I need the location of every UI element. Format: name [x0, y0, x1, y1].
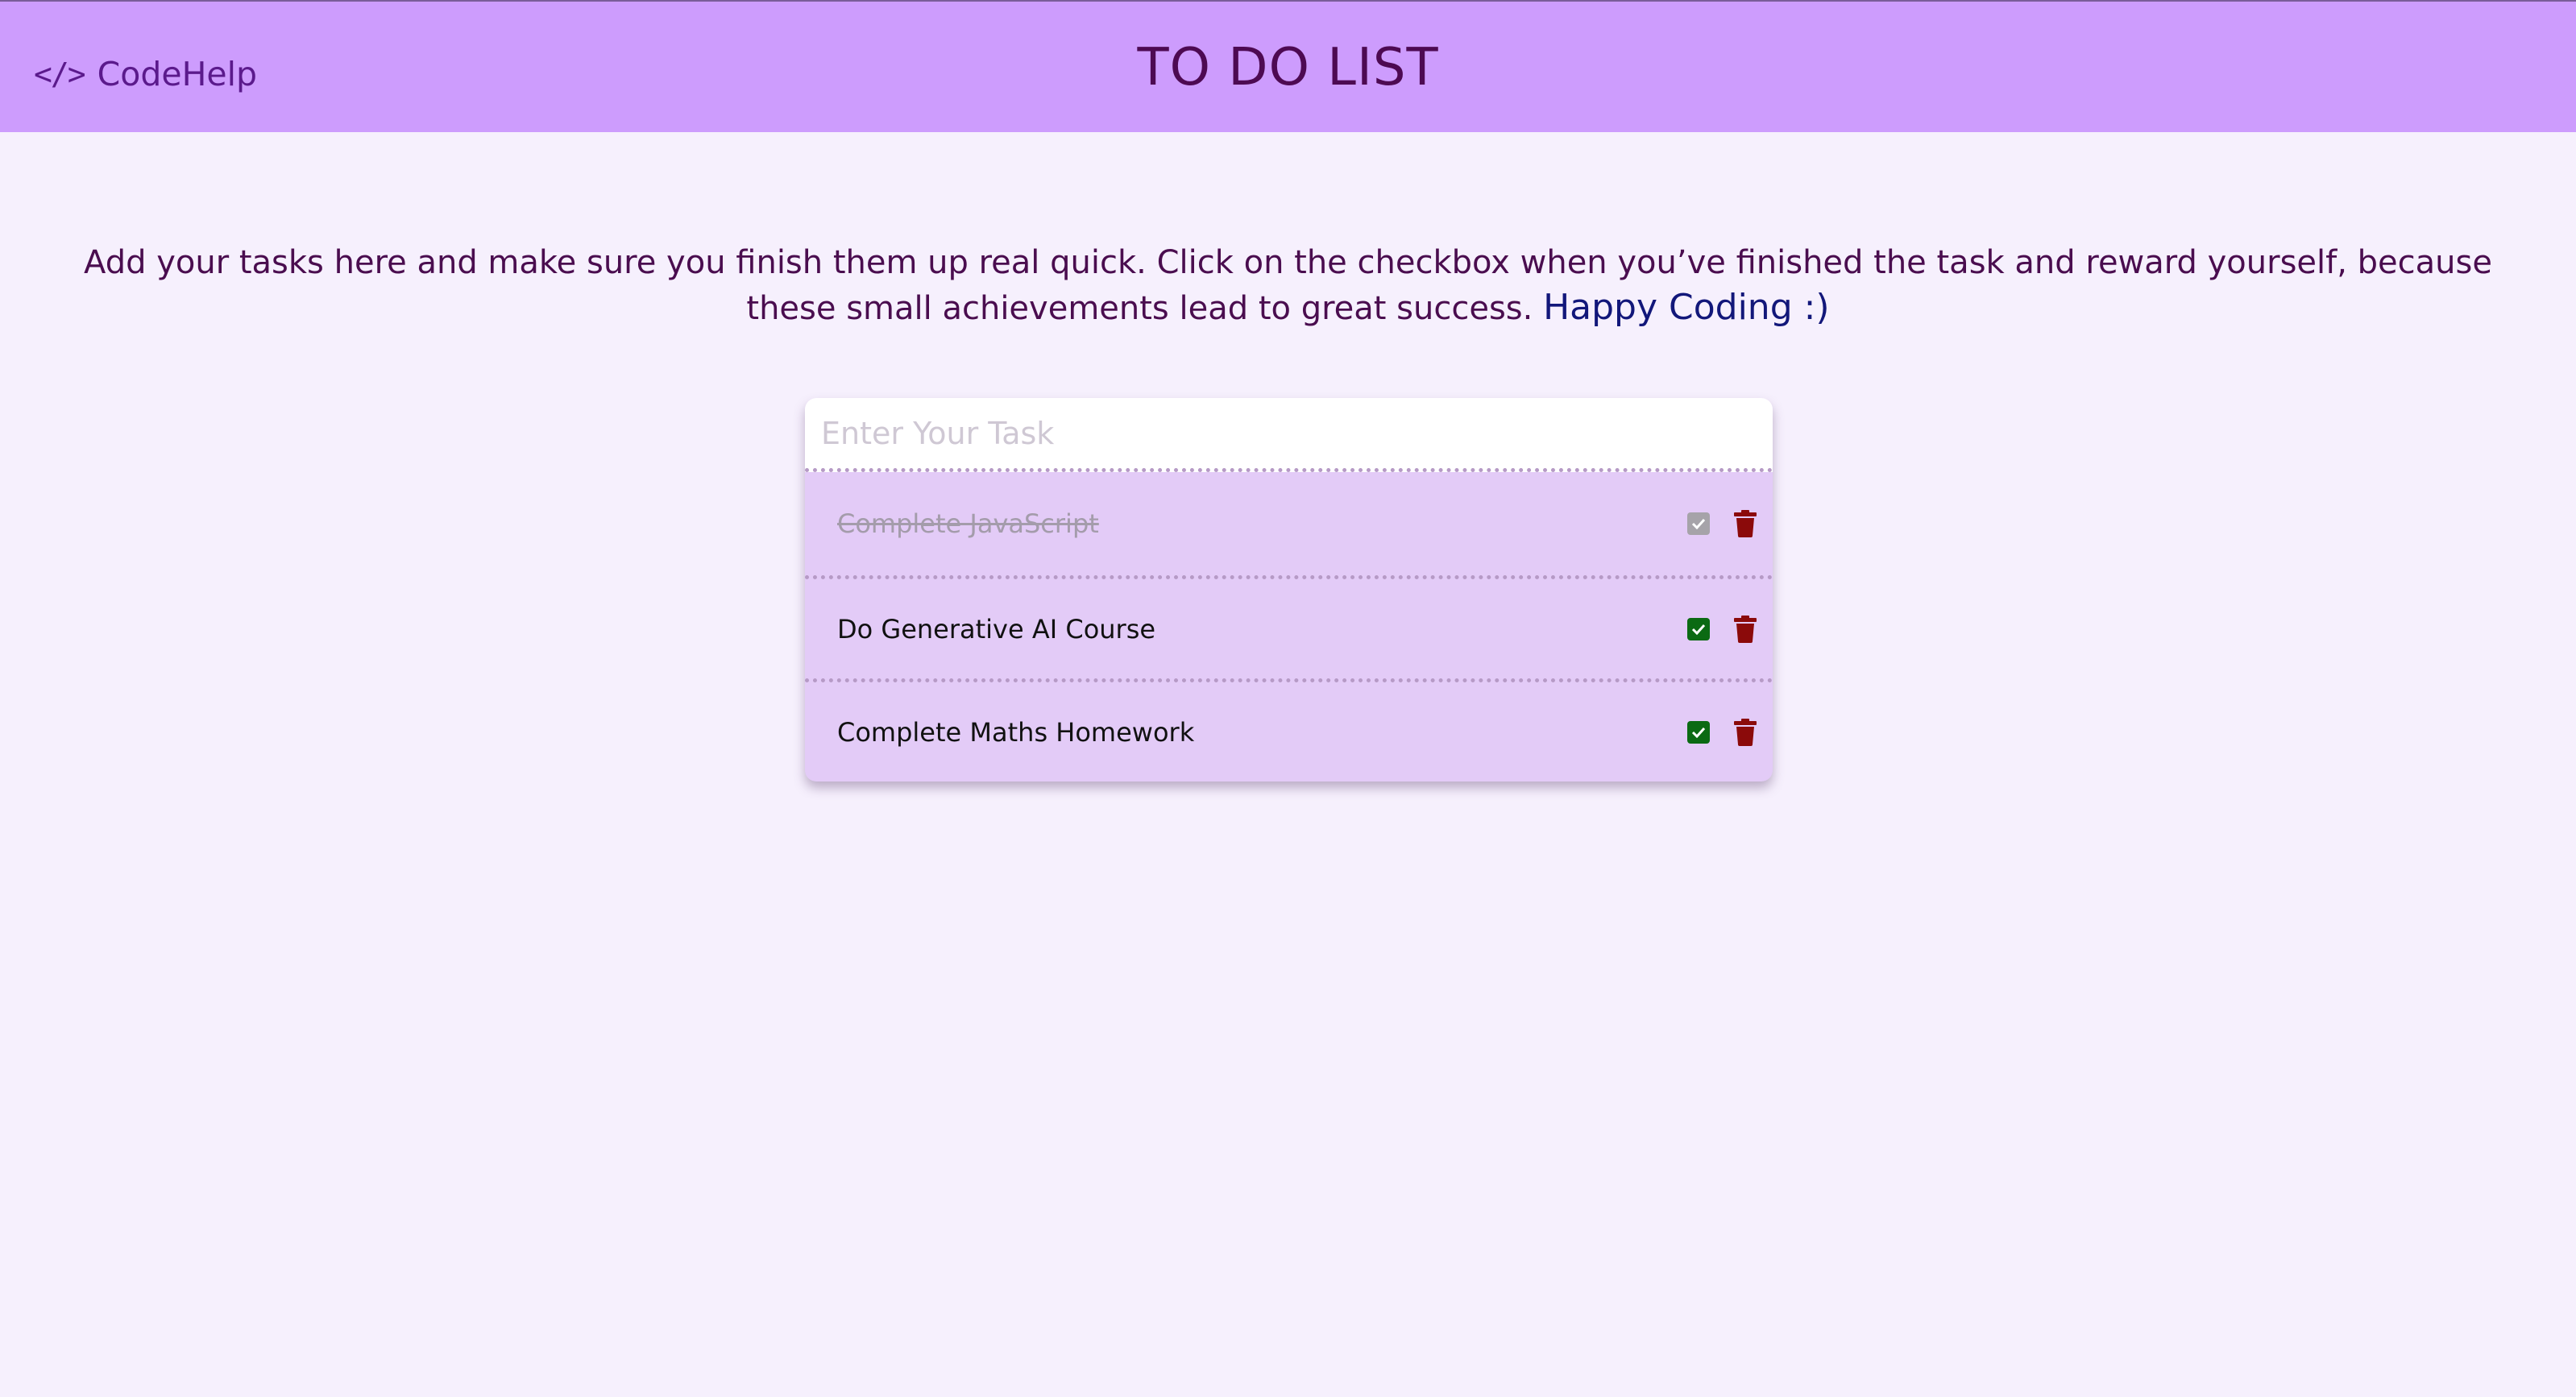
task-item: Complete Maths Homework [805, 678, 1773, 781]
navbar: </> CodeHelp TO DO LIST [0, 0, 2576, 132]
todo-card: Complete JavaScript Do Generative AI Cou… [805, 398, 1773, 781]
trash-icon[interactable] [1734, 615, 1757, 643]
trash-icon[interactable] [1734, 510, 1757, 537]
task-input[interactable] [805, 398, 1773, 472]
intro-highlight: Happy Coding :) [1543, 287, 1830, 328]
check-icon [1691, 518, 1706, 529]
task-label: Complete Maths Homework [837, 716, 1195, 748]
task-checkbox[interactable] [1687, 512, 1710, 535]
intro-text: Add your tasks here and make sure you fi… [64, 240, 2512, 331]
page-title: TO DO LIST [1137, 38, 1439, 97]
task-label: Complete JavaScript [837, 508, 1099, 539]
intro-body: Add your tasks here and make sure you fi… [84, 244, 2492, 327]
check-icon [1691, 624, 1706, 635]
check-icon [1691, 727, 1706, 738]
task-checkbox[interactable] [1687, 617, 1710, 640]
task-label: Do Generative AI Course [837, 613, 1156, 645]
trash-icon[interactable] [1734, 718, 1757, 746]
task-checkbox[interactable] [1687, 720, 1710, 744]
task-item: Complete JavaScript [805, 472, 1773, 575]
task-item: Do Generative AI Course [805, 575, 1773, 678]
